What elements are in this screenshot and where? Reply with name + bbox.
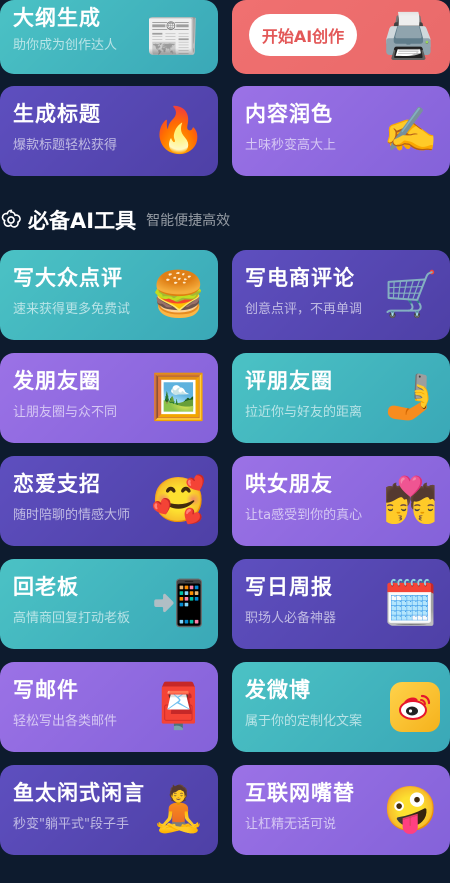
tool-card[interactable]: 发微博 属于你的定制化文案 (232, 662, 450, 752)
tool-card[interactable]: 回老板 高情商回复打动老板 📲 (0, 559, 218, 649)
shopping-cart-icon: 🛒 (383, 269, 438, 320)
openai-logo-icon (1, 209, 21, 228)
tool-card[interactable]: 写日周报 职场人必备神器 🗓️ (232, 559, 450, 649)
section-header: 必备AI工具 智能便捷高效 (0, 200, 230, 240)
tool-card[interactable]: 发朋友圈 让朋友圈与众不同 🖼️ (0, 353, 218, 443)
fire-icon: 🔥 (151, 105, 206, 156)
lying-figure-icon: 🧘 (151, 784, 206, 835)
tool-card[interactable]: 评朋友圈 拉近你与好友的距离 🤳 (232, 353, 450, 443)
mobile-arrow-icon: 📲 (151, 578, 206, 629)
tool-card[interactable]: 互联网嘴替 让杠精无话可说 🤪 (232, 765, 450, 855)
section-title: 必备AI工具 (28, 209, 137, 233)
writing-hand-icon: ✍️ (383, 105, 438, 156)
framed-picture-icon: 🖼️ (151, 372, 206, 423)
card-start-ai[interactable]: 开始AI创作 🖨️ (232, 0, 450, 74)
tool-card[interactable]: 哄女朋友 让ta感受到你的真心 💏 (232, 456, 450, 546)
kiss-icon: 💏 (383, 475, 438, 526)
printer-icon: 🖨️ (381, 11, 436, 62)
calendar-icon: 🗓️ (383, 578, 438, 629)
start-ai-creation-button[interactable]: 开始AI创作 (249, 14, 357, 56)
card-outline-generate[interactable]: 大纲生成 助你成为创作达人 📰 (0, 0, 218, 74)
burger-icon: 🍔 (151, 269, 206, 320)
tool-card[interactable]: 写邮件 轻松写出各类邮件 📮 (0, 662, 218, 752)
weibo-icon (390, 682, 440, 732)
tool-card[interactable]: 恋爱支招 随时陪聊的情感大师 🥰 (0, 456, 218, 546)
card-polish-content[interactable]: 内容润色 土味秒变高大上 ✍️ (232, 86, 450, 176)
zany-face-icon: 🤪 (383, 784, 438, 835)
tool-card[interactable]: 写电商评论 创意点评，不再单调 🛒 (232, 250, 450, 340)
tool-card[interactable]: 鱼太闲式闲言 秒变"躺平式"段子手 🧘 (0, 765, 218, 855)
section-subtitle: 智能便捷高效 (146, 213, 231, 229)
tool-card[interactable]: 写大众点评 速来获得更多免费试 🍔 (0, 250, 218, 340)
postbox-icon: 📮 (151, 681, 206, 732)
newspaper-icon: 📰 (145, 11, 200, 62)
smiling-face-with-hearts-icon: 🥰 (151, 475, 206, 526)
card-generate-title[interactable]: 生成标题 爆款标题轻松获得 🔥 (0, 86, 218, 176)
selfie-icon: 🤳 (383, 372, 438, 423)
